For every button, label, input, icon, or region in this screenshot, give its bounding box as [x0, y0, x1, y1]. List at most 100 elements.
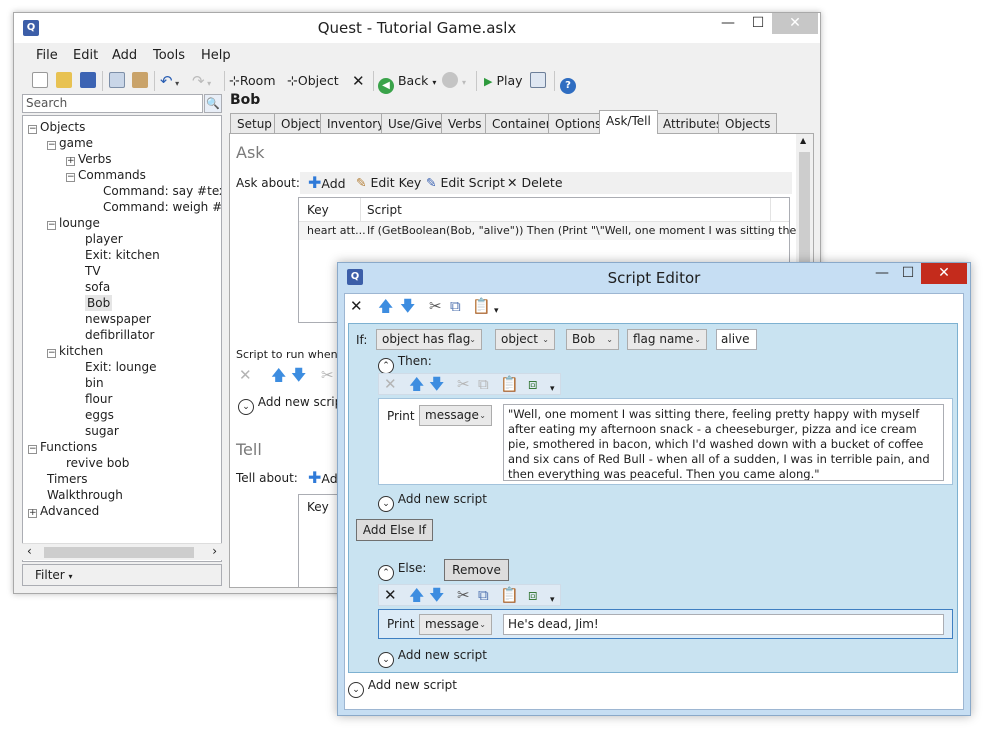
tree-node-objects[interactable]: − Objects [28, 119, 85, 135]
tab-container[interactable]: Container [485, 113, 558, 134]
tree-node-exit-kitchen[interactable]: Exit: kitchen [85, 247, 160, 263]
overflow-icon[interactable]: ▾ [494, 303, 499, 320]
condition-kind-dropdown[interactable]: object ⌄ [495, 329, 555, 350]
ask-delete-button[interactable]: ✕ Delete [507, 174, 563, 192]
menu-tools[interactable]: Tools [153, 48, 185, 63]
minimize-button[interactable]: — [714, 13, 742, 34]
tree-node-player[interactable]: player [85, 231, 123, 247]
add-else-if-button[interactable]: Add Else If [356, 519, 433, 541]
tree-node-sofa[interactable]: sofa [85, 279, 110, 295]
delete-icon[interactable]: ✕ [350, 298, 363, 315]
else-toggle[interactable]: ⌃ Else: [378, 561, 426, 581]
move-up-icon[interactable]: 🡅 [409, 376, 424, 393]
flag-kind-dropdown[interactable]: flag name ⌄ [627, 329, 707, 350]
filter-dropdown[interactable]: Filter ▾ [22, 564, 222, 586]
tell-col-key-header[interactable]: Key [307, 500, 329, 514]
delete-icon[interactable]: ✕ [384, 587, 397, 604]
tree-node-advanced[interactable]: + Advanced [28, 503, 99, 519]
close-button[interactable]: ✕ [772, 13, 818, 34]
tree-node-bob[interactable]: Bob [85, 295, 113, 311]
tree-node-kitchen[interactable]: − kitchen [47, 343, 103, 359]
move-down-icon[interactable]: 🡇 [400, 298, 415, 315]
copy-icon[interactable]: ⧉ [450, 298, 461, 315]
expand-icon[interactable]: ⧈ [528, 587, 538, 604]
move-up-icon[interactable]: 🡅 [378, 298, 393, 315]
overflow-icon[interactable]: ▾ [550, 592, 555, 609]
copy-icon[interactable]: ⧉ [478, 587, 489, 604]
remove-else-button[interactable]: Remove [444, 559, 509, 581]
paste-icon[interactable]: 📋 [472, 298, 491, 315]
tree-node-walkthrough[interactable]: Walkthrough [47, 487, 123, 503]
se-maximize-button[interactable]: ☐ [894, 263, 922, 284]
tree-node-defibrillator[interactable]: defibrillator [85, 327, 154, 343]
move-down-icon[interactable]: 🡇 [291, 367, 306, 384]
condition-object-dropdown[interactable]: Bob ⌄ [566, 329, 619, 350]
search-icon[interactable]: 🔍 [204, 94, 222, 113]
menu-add[interactable]: Add [112, 48, 137, 63]
table-row[interactable]: heart att... If (GetBoolean(Bob, "alive"… [299, 222, 813, 240]
menu-file[interactable]: File [36, 48, 58, 63]
tree-node-command-say[interactable]: Command: say #text# [103, 183, 221, 199]
panel-add-new-script[interactable]: ⌄ Add new script [238, 395, 347, 415]
delete-icon[interactable]: ✕ [384, 376, 397, 393]
then-toggle[interactable]: ⌃ Then: [378, 354, 432, 374]
tree-node-eggs[interactable]: eggs [85, 407, 114, 423]
menu-help[interactable]: Help [201, 48, 231, 63]
scroll-up-icon[interactable]: ▲ [800, 136, 806, 145]
tab-ask-tell[interactable]: Ask/Tell [599, 110, 658, 134]
add-object-button[interactable]: ⊹Object [287, 72, 339, 90]
new-file-icon[interactable] [32, 72, 48, 90]
paste-icon[interactable] [132, 72, 148, 90]
else-message-input[interactable]: He's dead, Jim! [503, 614, 944, 635]
cut-icon[interactable]: ✂ [321, 367, 334, 384]
tell-add-button[interactable]: ✚Ad [308, 469, 338, 487]
move-up-icon[interactable]: 🡅 [271, 367, 286, 384]
tree-node-exit-lounge[interactable]: Exit: lounge [85, 359, 156, 375]
redo-icon[interactable]: ↷ ▾ [192, 72, 211, 90]
ask-add-button[interactable]: ✚Add [308, 174, 346, 192]
edit-script-button[interactable]: ✎ Edit Script [426, 174, 505, 192]
flag-name-input[interactable]: alive [716, 329, 757, 350]
then-message-input[interactable]: "Well, one moment I was sitting there, f… [503, 404, 944, 481]
tab-setup[interactable]: Setup [230, 113, 279, 134]
paste-icon[interactable]: 📋 [500, 376, 519, 393]
code-view-icon[interactable] [530, 72, 546, 90]
maximize-button[interactable]: ☐ [744, 13, 772, 34]
se-minimize-button[interactable]: — [868, 263, 896, 284]
tree-node-commands[interactable]: − Commands [66, 167, 146, 183]
copy-icon[interactable]: ⧉ [478, 376, 489, 393]
tab-objects[interactable]: Objects [718, 113, 778, 134]
tree-node-command-weigh[interactable]: Command: weigh #object [103, 199, 221, 215]
tree-node-verbs[interactable]: + Verbs [66, 151, 111, 167]
forward-icon[interactable]: ▾ [442, 72, 466, 90]
add-room-button[interactable]: ⊹Room [229, 72, 276, 90]
edit-key-button[interactable]: ✎ Edit Key [356, 174, 421, 192]
else-print-type-dropdown[interactable]: message ⌄ [419, 614, 492, 635]
cut-icon[interactable]: ✂ [457, 587, 470, 604]
scroll-thumb[interactable] [44, 547, 194, 558]
tree-node-functions[interactable]: − Functions [28, 439, 97, 455]
expand-icon[interactable]: ⧈ [528, 376, 538, 393]
help-icon[interactable]: ? [560, 72, 576, 94]
move-up-icon[interactable]: 🡅 [409, 587, 424, 604]
overflow-icon[interactable]: ▾ [550, 381, 555, 398]
se-close-button[interactable]: ✕ [921, 263, 967, 284]
tree-node-flour[interactable]: flour [85, 391, 112, 407]
menu-edit[interactable]: Edit [73, 48, 98, 63]
back-button[interactable]: ◀ Back ▾ [378, 72, 436, 94]
scroll-left-icon[interactable]: ‹ [27, 544, 32, 558]
move-down-icon[interactable]: 🡇 [429, 587, 444, 604]
tree-node-lounge[interactable]: − lounge [47, 215, 100, 231]
print-type-dropdown[interactable]: message ⌄ [419, 405, 492, 426]
tree-node-tv[interactable]: TV [85, 263, 101, 279]
delete-icon[interactable]: ✕ [239, 367, 252, 384]
tree-node-sugar[interactable]: sugar [85, 423, 119, 439]
root-add-new-script[interactable]: ⌄ Add new script [348, 678, 457, 698]
tab-use-give[interactable]: Use/Give [381, 113, 449, 134]
tree-node-bin[interactable]: bin [85, 375, 104, 391]
tree-horizontal-scrollbar[interactable]: ‹ › [22, 543, 222, 560]
undo-icon[interactable]: ↶ ▾ [160, 72, 179, 90]
else-add-new-script[interactable]: ⌄ Add new script [378, 648, 487, 668]
cut-icon[interactable]: ✂ [429, 298, 442, 315]
tree-node-newspaper[interactable]: newspaper [85, 311, 151, 327]
